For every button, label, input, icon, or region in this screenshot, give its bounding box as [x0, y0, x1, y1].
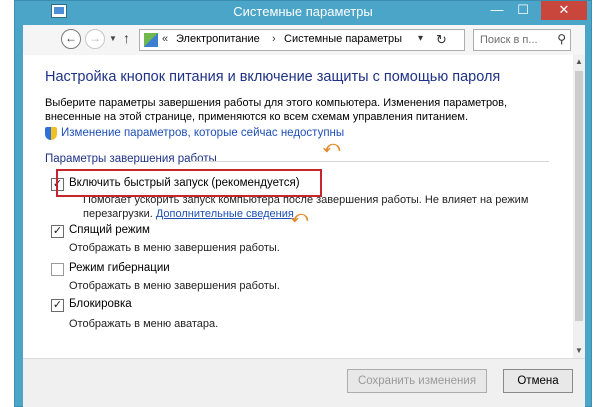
button-bar: Сохранить изменения Отмена	[23, 358, 585, 407]
cancel-button[interactable]: Отмена	[503, 369, 573, 393]
lock-desc: Отображать в меню аватара.	[69, 318, 219, 330]
save-changes-button[interactable]: Сохранить изменения	[347, 369, 487, 393]
address-dropdown-icon[interactable]: ▾	[418, 33, 423, 44]
hibernate-label[interactable]: Режим гибернации	[69, 262, 170, 274]
sleep-label[interactable]: Спящий режим	[69, 224, 150, 236]
system-settings-window: Системные параметры — ☐ ✕ ← → ▼ ↑ « Элек…	[14, 0, 592, 407]
address-bar[interactable]: « Электропитание › Системные параметры ▾…	[139, 29, 465, 51]
lock-checkbox[interactable]: ✓	[51, 299, 64, 312]
scroll-thumb[interactable]	[575, 71, 583, 321]
close-icon[interactable]: ✕	[541, 1, 587, 20]
change-unavailable-settings-link[interactable]: Изменение параметров, которые сейчас нед…	[61, 127, 344, 139]
hibernate-desc: Отображать в меню завершения работы.	[69, 280, 280, 292]
section-label: Параметры завершения работы	[45, 153, 217, 165]
section-divider	[191, 161, 549, 162]
fast-startup-highlight-box	[56, 169, 322, 197]
minimize-icon[interactable]: —	[484, 1, 510, 20]
breadcrumb-system-settings[interactable]: Системные параметры	[284, 33, 402, 45]
title-bar[interactable]: Системные параметры — ☐ ✕	[15, 1, 591, 23]
sleep-desc: Отображать в меню завершения работы.	[69, 242, 280, 254]
annotation-arrow-icon: ⤺	[323, 139, 341, 156]
annotation-arrow-icon: ⤺	[291, 209, 309, 226]
search-input[interactable]: Поиск в п... ⚲	[473, 29, 571, 51]
scroll-up-icon[interactable]: ▲	[573, 55, 585, 69]
recent-locations-chevron-icon[interactable]: ▼	[109, 34, 117, 43]
search-placeholder: Поиск в п...	[480, 34, 538, 46]
content-pane: Настройка кнопок питания и включение защ…	[23, 55, 585, 358]
more-info-link[interactable]: Дополнительные сведения	[156, 208, 294, 220]
page-title: Настройка кнопок питания и включение защ…	[45, 69, 501, 85]
lock-label[interactable]: Блокировка	[69, 298, 132, 310]
scroll-down-icon[interactable]: ▼	[573, 344, 585, 358]
back-arrow-icon[interactable]: ←	[61, 29, 81, 49]
search-icon[interactable]: ⚲	[557, 32, 566, 46]
forward-arrow-icon[interactable]: →	[85, 29, 105, 49]
uac-shield-icon	[45, 127, 57, 140]
refresh-icon[interactable]: ↻	[436, 32, 447, 48]
up-arrow-icon[interactable]: ↑	[123, 30, 130, 46]
fast-startup-desc-text: перезагрузки.	[83, 208, 153, 220]
navigation-bar: ← → ▼ ↑ « Электропитание › Системные пар…	[23, 25, 585, 55]
breadcrumb-overflow-icon[interactable]: «	[162, 33, 168, 45]
sleep-checkbox[interactable]: ✓	[51, 225, 64, 238]
maximize-icon[interactable]: ☐	[510, 1, 536, 20]
fast-startup-desc-line2: перезагрузки. Дополнительные сведения	[83, 207, 294, 221]
hibernate-checkbox[interactable]: ✓	[51, 263, 64, 276]
power-options-icon	[144, 33, 158, 47]
vertical-scrollbar[interactable]: ▲ ▼	[573, 55, 585, 358]
breadcrumb-power-options[interactable]: Электропитание	[176, 33, 260, 45]
breadcrumb-separator-icon[interactable]: ›	[272, 33, 276, 45]
page-description: Выберите параметры завершения работы для…	[45, 97, 508, 123]
